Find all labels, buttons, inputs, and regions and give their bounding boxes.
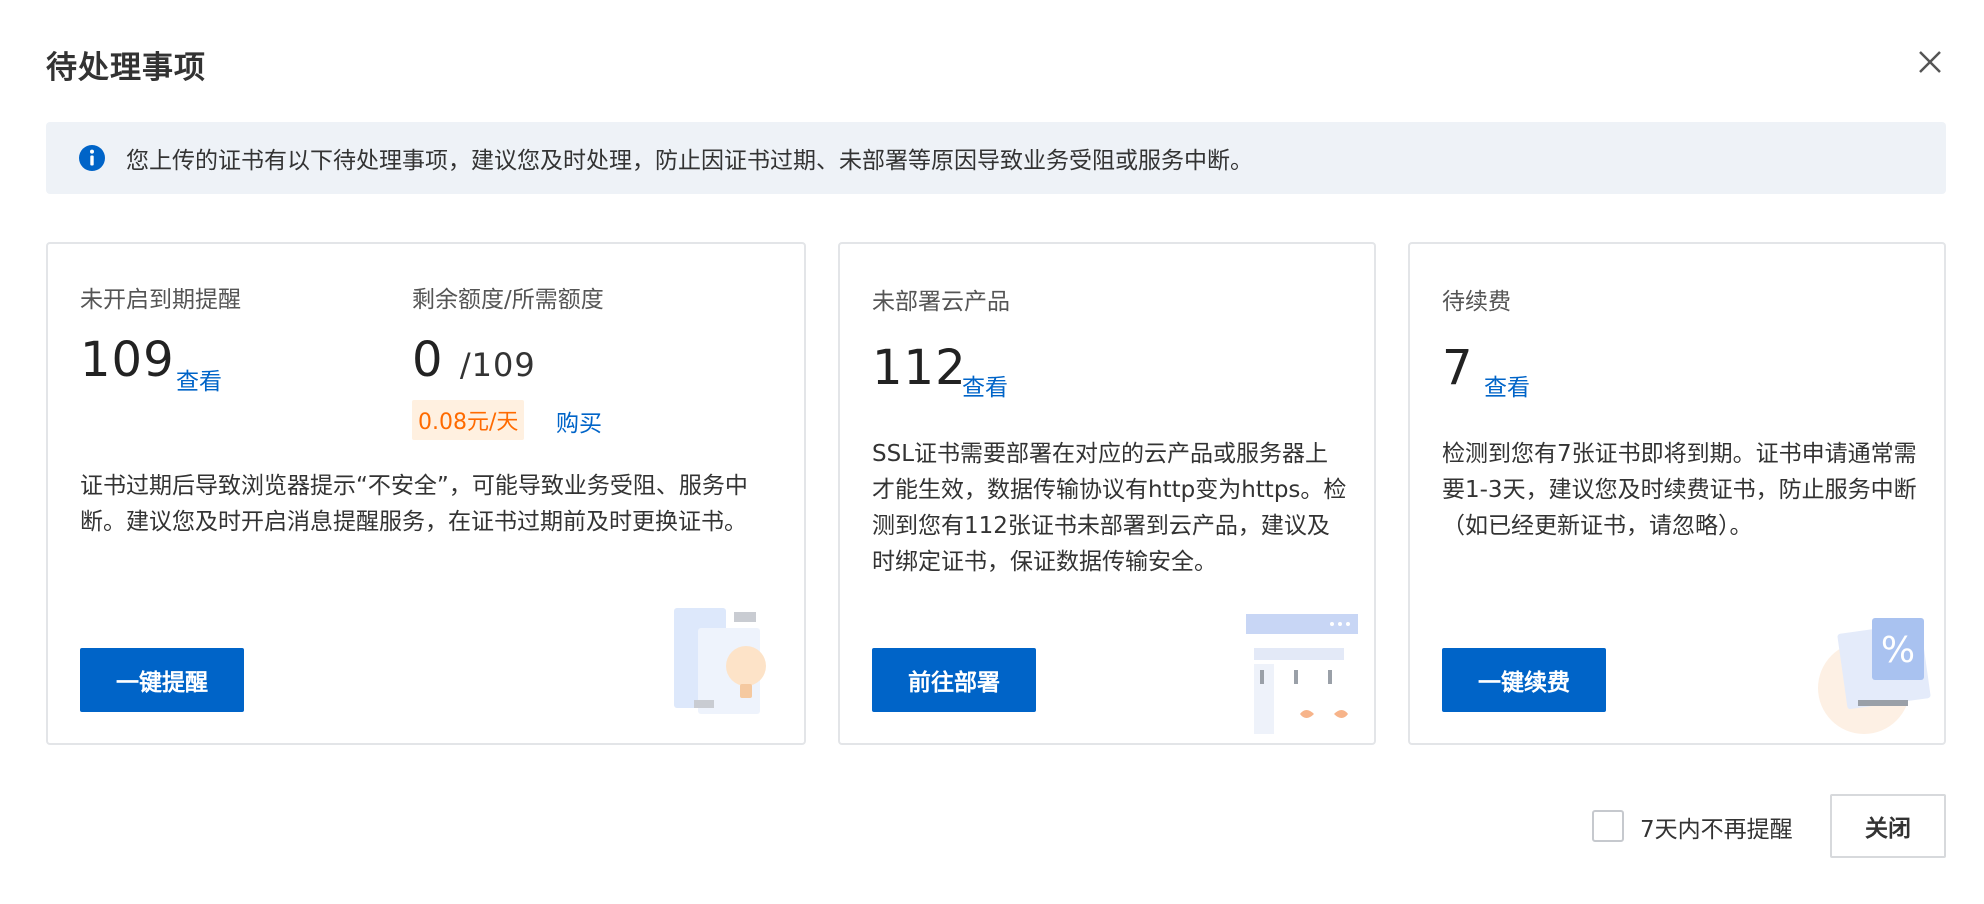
go-deploy-button[interactable]: 前往部署 xyxy=(872,648,1036,712)
reminder-count: 109 xyxy=(80,332,175,388)
quota-required: 109 xyxy=(471,346,536,384)
dont-remind-checkbox[interactable] xyxy=(1592,810,1624,842)
info-icon xyxy=(79,145,105,171)
quota-label: 剩余额度/所需额度 xyxy=(412,287,604,313)
card-deploy: 未部署云产品 112 查看 SSL证书需要部署在对应的云产品或服务器上才能生效，… xyxy=(838,242,1376,745)
deploy-description: SSL证书需要部署在对应的云产品或服务器上才能生效，数据传输协议有http变为h… xyxy=(872,441,1347,575)
reminder-view-link[interactable]: 查看 xyxy=(176,362,222,396)
quota-value: 0 /109 xyxy=(412,332,536,388)
notice-banner: 您上传的证书有以下待处理事项，建议您及时处理，防止因证书过期、未部署等原因导致业… xyxy=(46,122,1946,194)
renew-label: 待续费 xyxy=(1442,289,1511,315)
discount-illustration-icon: % xyxy=(1818,618,1931,734)
one-click-remind-button[interactable]: 一键提醒 xyxy=(80,648,244,712)
renew-view-link[interactable]: 查看 xyxy=(1484,368,1530,402)
pending-items-dialog: 待处理事项 您上传的证书有以下待处理事项，建议您及时处理，防止因证书过期、未部署… xyxy=(0,0,1984,904)
one-click-renew-button[interactable]: 一键续费 xyxy=(1442,648,1606,712)
dialog-title: 待处理事项 xyxy=(46,50,206,86)
card-renew: 待续费 7 查看 检测到您有7张证书即将到期。证书申请通常需要1-3天，建议您及… xyxy=(1408,242,1946,745)
buy-link[interactable]: 购买 xyxy=(556,404,602,438)
reminder-label: 未开启到期提醒 xyxy=(80,287,241,313)
deploy-count: 112 xyxy=(872,340,967,396)
reminder-description: 证书过期后导致浏览器提示“不安全”，可能导致业务受阻、服务中断。建议您及时开启消… xyxy=(80,473,748,535)
quota-separator: / xyxy=(459,346,472,384)
renew-count: 7 xyxy=(1442,340,1474,396)
deploy-label: 未部署云产品 xyxy=(872,289,1010,315)
dont-remind-label[interactable]: 7天内不再提醒 xyxy=(1640,810,1793,844)
close-icon[interactable] xyxy=(1912,44,1948,80)
price-tag: 0.08元/天 xyxy=(412,400,525,440)
svg-text:%: % xyxy=(1881,630,1915,671)
close-button[interactable]: 关闭 xyxy=(1830,794,1946,858)
quota-remaining: 0 xyxy=(412,332,444,388)
server-illustration-icon xyxy=(1246,614,1358,734)
deploy-view-link[interactable]: 查看 xyxy=(962,368,1008,402)
lightbulb-illustration-icon xyxy=(674,608,766,714)
card-reminder: 未开启到期提醒 109 查看 剩余额度/所需额度 0 /109 0.08元/天 … xyxy=(46,242,806,745)
notice-text: 您上传的证书有以下待处理事项，建议您及时处理，防止因证书过期、未部署等原因导致业… xyxy=(126,148,1253,174)
renew-description: 检测到您有7张证书即将到期。证书申请通常需要1-3天，建议您及时续费证书，防止服… xyxy=(1442,441,1917,539)
